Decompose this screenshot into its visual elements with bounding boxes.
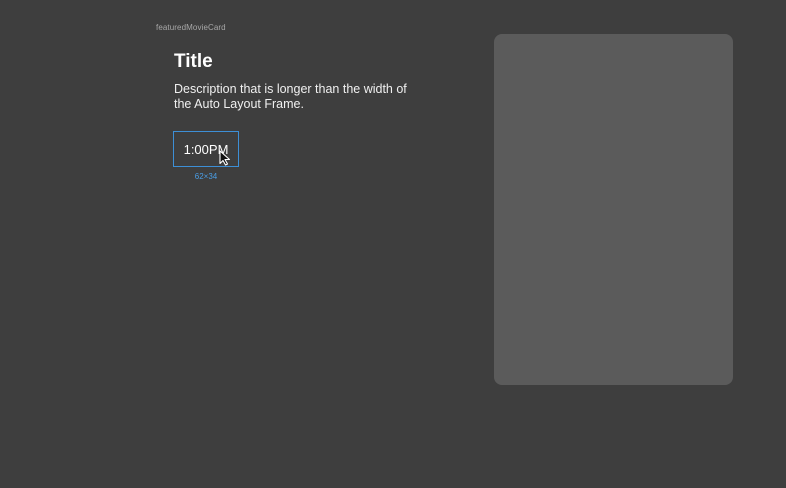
selection-size-badge: 62×34 [194, 172, 218, 181]
card-title: Title [174, 51, 213, 72]
frame-label: featuredMovieCard [156, 23, 226, 32]
featured-movie-card: Title Description that is longer than th… [174, 50, 414, 112]
poster-image-placeholder [494, 34, 733, 385]
mouse-pointer-icon [219, 150, 231, 166]
card-description: Description that is longer than the widt… [174, 82, 407, 111]
